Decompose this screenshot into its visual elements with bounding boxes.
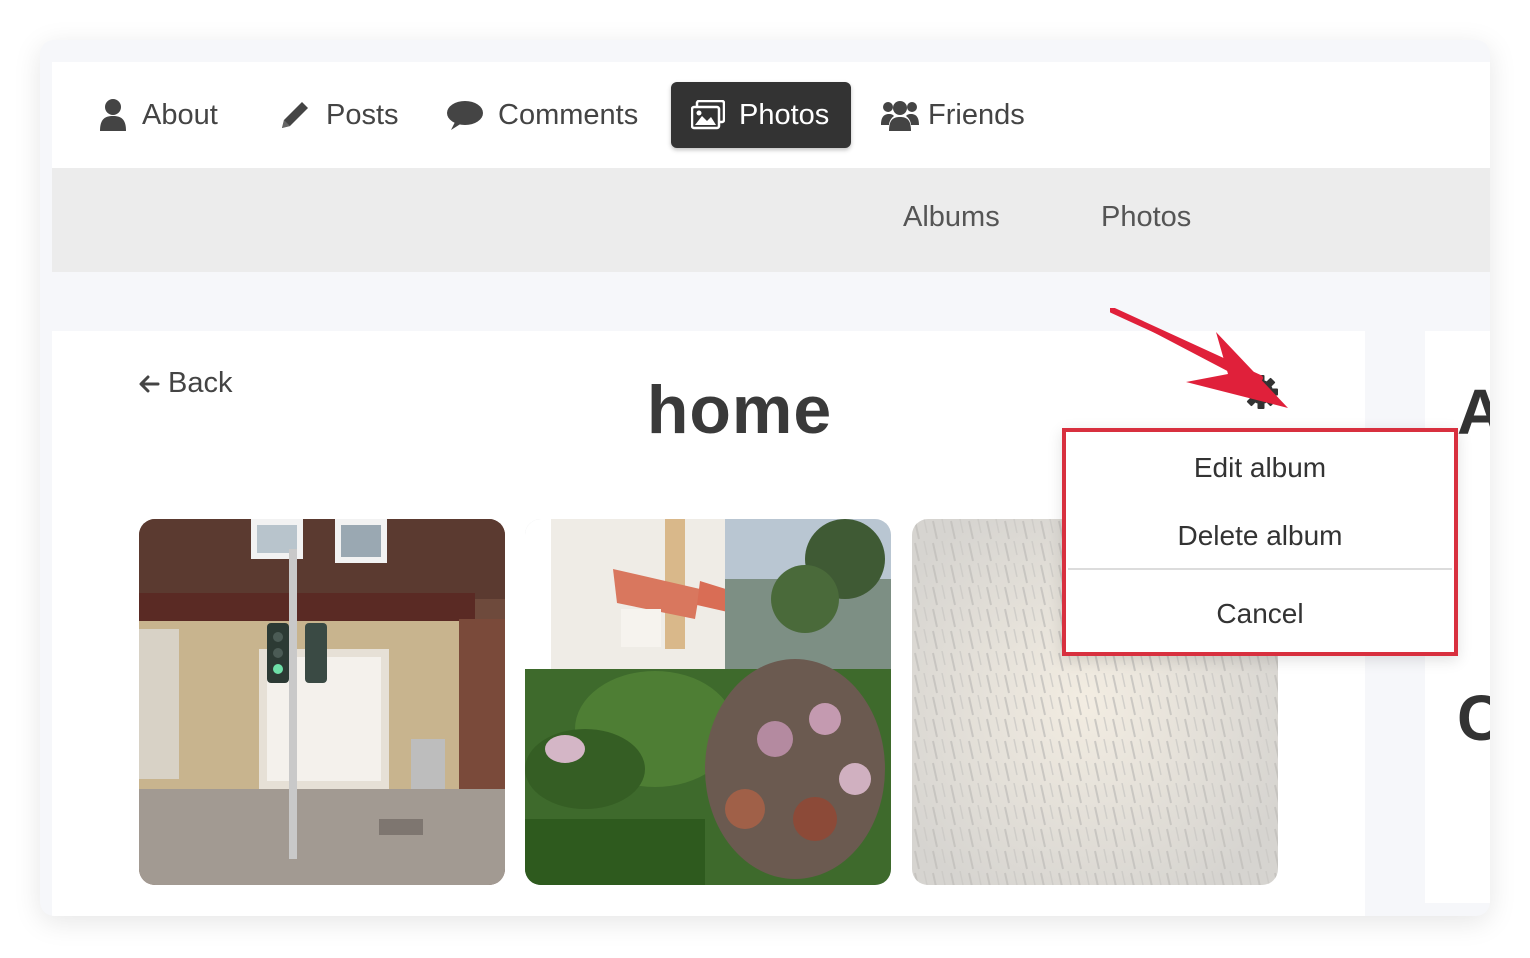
- edit-album-option[interactable]: Edit album: [1066, 452, 1454, 484]
- tab-label: Friends: [928, 98, 1025, 131]
- dropdown-caret: [1249, 412, 1273, 426]
- side-heading-c: C: [1457, 682, 1490, 754]
- tab-photos[interactable]: Photos: [671, 82, 851, 148]
- comment-icon: [446, 98, 484, 132]
- album-photo[interactable]: [139, 519, 505, 885]
- gear-icon[interactable]: [1242, 373, 1280, 411]
- users-icon: [880, 98, 920, 132]
- tab-label: Comments: [498, 98, 639, 131]
- tab-posts[interactable]: Posts: [278, 82, 399, 148]
- images-icon: [691, 100, 725, 130]
- pencil-icon: [278, 98, 312, 132]
- tab-comments[interactable]: Comments: [446, 82, 638, 148]
- side-heading-a: A: [1457, 376, 1490, 448]
- album-settings-menu: Edit album Delete album Cancel: [1062, 428, 1458, 656]
- album-photo[interactable]: [525, 519, 891, 885]
- menu-divider: [1068, 568, 1452, 570]
- subnav-photos[interactable]: Photos: [1101, 201, 1191, 234]
- profile-tabs: About Posts Comments Photos Friends: [52, 62, 1490, 168]
- subnav-albums[interactable]: Albums: [903, 201, 1000, 234]
- tab-about[interactable]: About: [98, 82, 218, 148]
- tab-label: About: [142, 98, 218, 131]
- photos-subnav: Albums Photos: [52, 168, 1490, 272]
- cancel-option[interactable]: Cancel: [1066, 598, 1454, 630]
- delete-album-option[interactable]: Delete album: [1066, 520, 1454, 552]
- app-window: About Posts Comments Photos Friends Albu…: [40, 40, 1490, 916]
- tab-label: Posts: [326, 98, 399, 131]
- user-icon: [98, 98, 128, 132]
- tab-friends[interactable]: Friends: [880, 82, 1025, 148]
- tab-label: Photos: [739, 98, 830, 131]
